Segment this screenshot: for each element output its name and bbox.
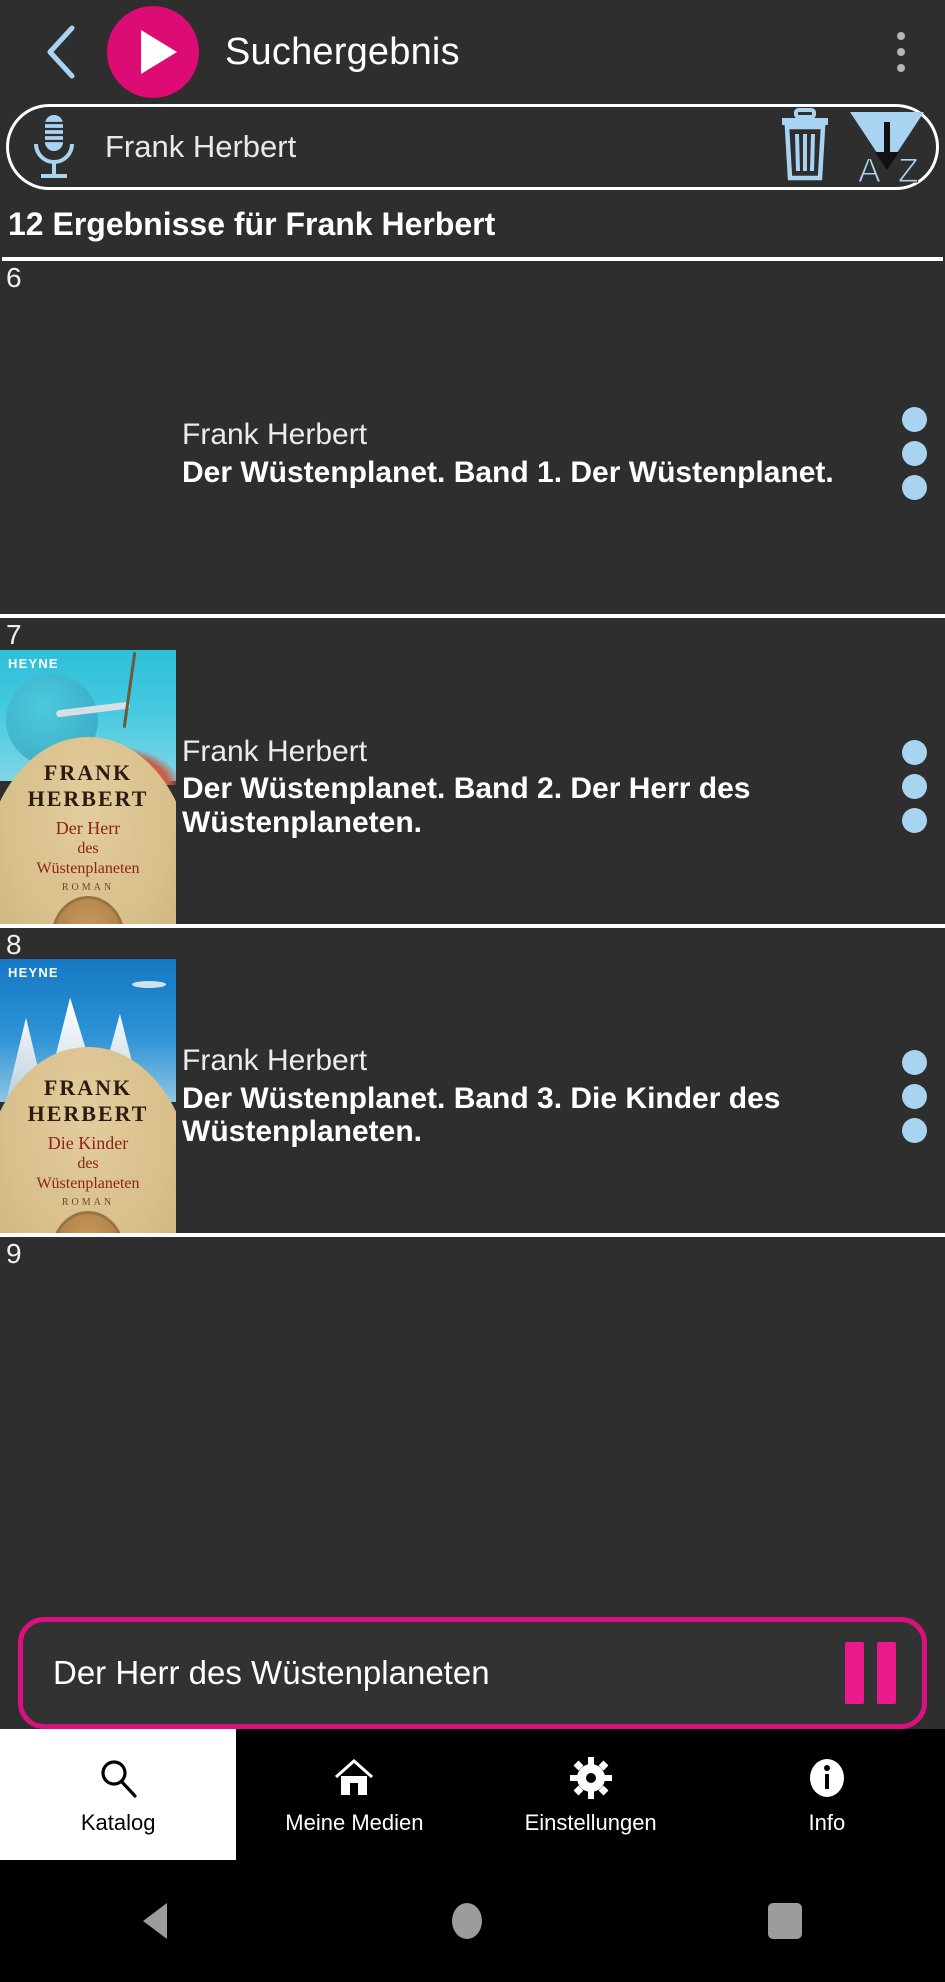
pause-button[interactable] <box>845 1642 896 1704</box>
nav-tab-katalog[interactable]: Katalog <box>0 1729 237 1860</box>
list-item[interactable]: 7 HEYNE FRANK HERBERT Der Herr des Wüste… <box>0 618 945 928</box>
item-body[interactable]: Frank Herbert Der Wüstenplanet. Band 1. … <box>0 292 945 614</box>
more-vertical-icon <box>901 774 927 800</box>
pause-icon <box>877 1642 896 1704</box>
cover-author-line: HERBERT <box>27 785 149 811</box>
item-body[interactable]: HEYNE FRANK HERBERT Der Herr des Wüstenp… <box>0 649 945 924</box>
item-body[interactable]: HEYNE FRANK HERBERT Die Kinder des Wüste… <box>0 959 945 1234</box>
nav-label: Info <box>808 1809 846 1835</box>
more-vertical-icon <box>901 1117 927 1143</box>
book-cover-art: HEYNE FRANK HERBERT Der Herr des Wüstenp… <box>0 649 176 924</box>
book-cover-placeholder <box>0 292 176 614</box>
nav-tab-einstellungen[interactable]: Einstellungen <box>473 1729 709 1860</box>
search-icon <box>97 1756 139 1800</box>
gear-icon <box>569 1756 612 1800</box>
item-index: 6 <box>6 262 22 293</box>
cover-author-line: FRANK <box>43 1075 133 1101</box>
microphone-icon <box>34 115 74 178</box>
trash-icon <box>782 107 828 180</box>
item-overflow-button[interactable] <box>883 292 945 614</box>
svg-text:A: A <box>858 152 881 186</box>
item-overflow-button[interactable] <box>883 650 945 924</box>
sort-button[interactable]: A Z <box>844 108 928 191</box>
item-author: Frank Herbert <box>182 1044 368 1078</box>
cover-publisher: HEYNE <box>8 965 59 981</box>
book-cover[interactable]: HEYNE FRANK HERBERT Die Kinder des Wüste… <box>0 959 176 1234</box>
book-cover-art: HEYNE FRANK HERBERT Die Kinder des Wüste… <box>0 959 176 1234</box>
play-button[interactable] <box>107 6 199 98</box>
item-author: Frank Herbert <box>182 418 368 452</box>
more-vertical-icon <box>901 406 927 432</box>
nav-tab-meine-medien[interactable]: Meine Medien <box>236 1729 472 1860</box>
more-vertical-icon <box>901 1049 927 1075</box>
android-system-navigation <box>0 1860 945 1982</box>
nav-label: Katalog <box>80 1809 156 1835</box>
now-playing-title: Der Herr des Wüstenplaneten <box>53 1654 490 1691</box>
cover-title-line: Wüstenplaneten <box>36 1175 140 1193</box>
more-vertical-icon <box>901 440 927 466</box>
item-index: 7 <box>6 619 22 651</box>
cover-ship <box>132 981 166 989</box>
results-heading: 12 Ergebnisse für Frank Herbert <box>8 206 496 242</box>
overflow-menu-button[interactable] <box>881 17 921 87</box>
page-title: Suchergebnis <box>225 30 460 73</box>
cover-title-line: Der Herr <box>55 817 121 838</box>
more-vertical-icon <box>897 32 905 40</box>
chevron-left-icon <box>47 25 75 79</box>
list-item[interactable]: 8 HEYNE FRANK HERBERT Die Kinder des Wüs… <box>0 927 945 1238</box>
svg-text:Z: Z <box>898 152 919 186</box>
clear-search-button[interactable] <box>774 106 836 189</box>
item-title: Der Wüstenplanet. Band 1. Der Wüstenplan… <box>182 455 834 489</box>
item-title: Der Wüstenplanet. Band 3. Die Kinder des… <box>182 1081 781 1149</box>
android-recents-icon[interactable] <box>768 1903 803 1939</box>
more-vertical-icon <box>901 740 927 766</box>
item-title: Der Wüstenplanet. Band 2. Der Herr des W… <box>182 772 751 840</box>
info-icon <box>806 1756 848 1800</box>
more-vertical-icon <box>901 808 927 834</box>
cover-author-line: HERBERT <box>27 1101 149 1127</box>
nav-label: Meine Medien <box>285 1809 424 1835</box>
cover-plant-stem <box>122 651 137 728</box>
nav-label: Einstellungen <box>524 1809 657 1835</box>
bottom-navigation: Katalog Meine Medien Einstellungen Info <box>0 1729 945 1860</box>
item-text: Frank Herbert Der Wüstenplanet. Band 1. … <box>176 292 883 614</box>
item-index: 8 <box>6 928 22 960</box>
app-root: Suchergebnis Frank Herbert A Z 12 Ergebn… <box>0 0 945 1982</box>
sort-az-icon: A Z <box>850 112 924 191</box>
list-item[interactable]: 9 <box>0 1237 945 1270</box>
play-icon <box>141 30 177 74</box>
cover-author-line: FRANK <box>43 759 133 785</box>
android-back-icon[interactable] <box>142 1903 167 1939</box>
cover-title-line: des <box>77 839 99 857</box>
book-cover[interactable]: HEYNE FRANK HERBERT Der Herr des Wüstenp… <box>0 649 176 924</box>
item-text: Frank Herbert Der Wüstenplanet. Band 2. … <box>176 650 883 924</box>
cover-title-line: Wüstenplaneten <box>36 859 140 877</box>
item-index: 9 <box>6 1238 22 1270</box>
search-bar-container: Frank Herbert A Z <box>0 104 945 191</box>
list-item[interactable]: 6 Frank Herbert Der Wüstenplanet. Band 1… <box>0 261 945 619</box>
search-input[interactable]: Frank Herbert <box>105 129 774 165</box>
more-vertical-icon <box>901 474 927 500</box>
back-button[interactable] <box>40 22 84 82</box>
cover-subtitle: ROMAN <box>61 881 115 893</box>
pause-icon <box>845 1642 864 1704</box>
app-bar: Suchergebnis <box>0 0 945 104</box>
item-text: Frank Herbert Der Wüstenplanet. Band 3. … <box>176 959 883 1233</box>
more-vertical-icon <box>897 48 905 56</box>
item-author: Frank Herbert <box>182 734 368 768</box>
nav-tab-info[interactable]: Info <box>709 1729 945 1860</box>
more-vertical-icon <box>897 64 905 72</box>
search-bar[interactable]: Frank Herbert A Z <box>6 104 939 191</box>
item-overflow-button[interactable] <box>883 959 945 1233</box>
microphone-button[interactable] <box>27 111 81 183</box>
cover-publisher: HEYNE <box>8 655 59 671</box>
cover-title-line: Die Kinder <box>47 1133 129 1154</box>
home-icon <box>332 1756 376 1800</box>
cover-subtitle: ROMAN <box>61 1197 115 1209</box>
android-home-icon[interactable] <box>452 1903 483 1939</box>
more-vertical-icon <box>901 1083 927 1109</box>
cover-title-line: des <box>77 1155 99 1173</box>
now-playing-bar[interactable]: Der Herr des Wüstenplaneten <box>18 1617 927 1729</box>
